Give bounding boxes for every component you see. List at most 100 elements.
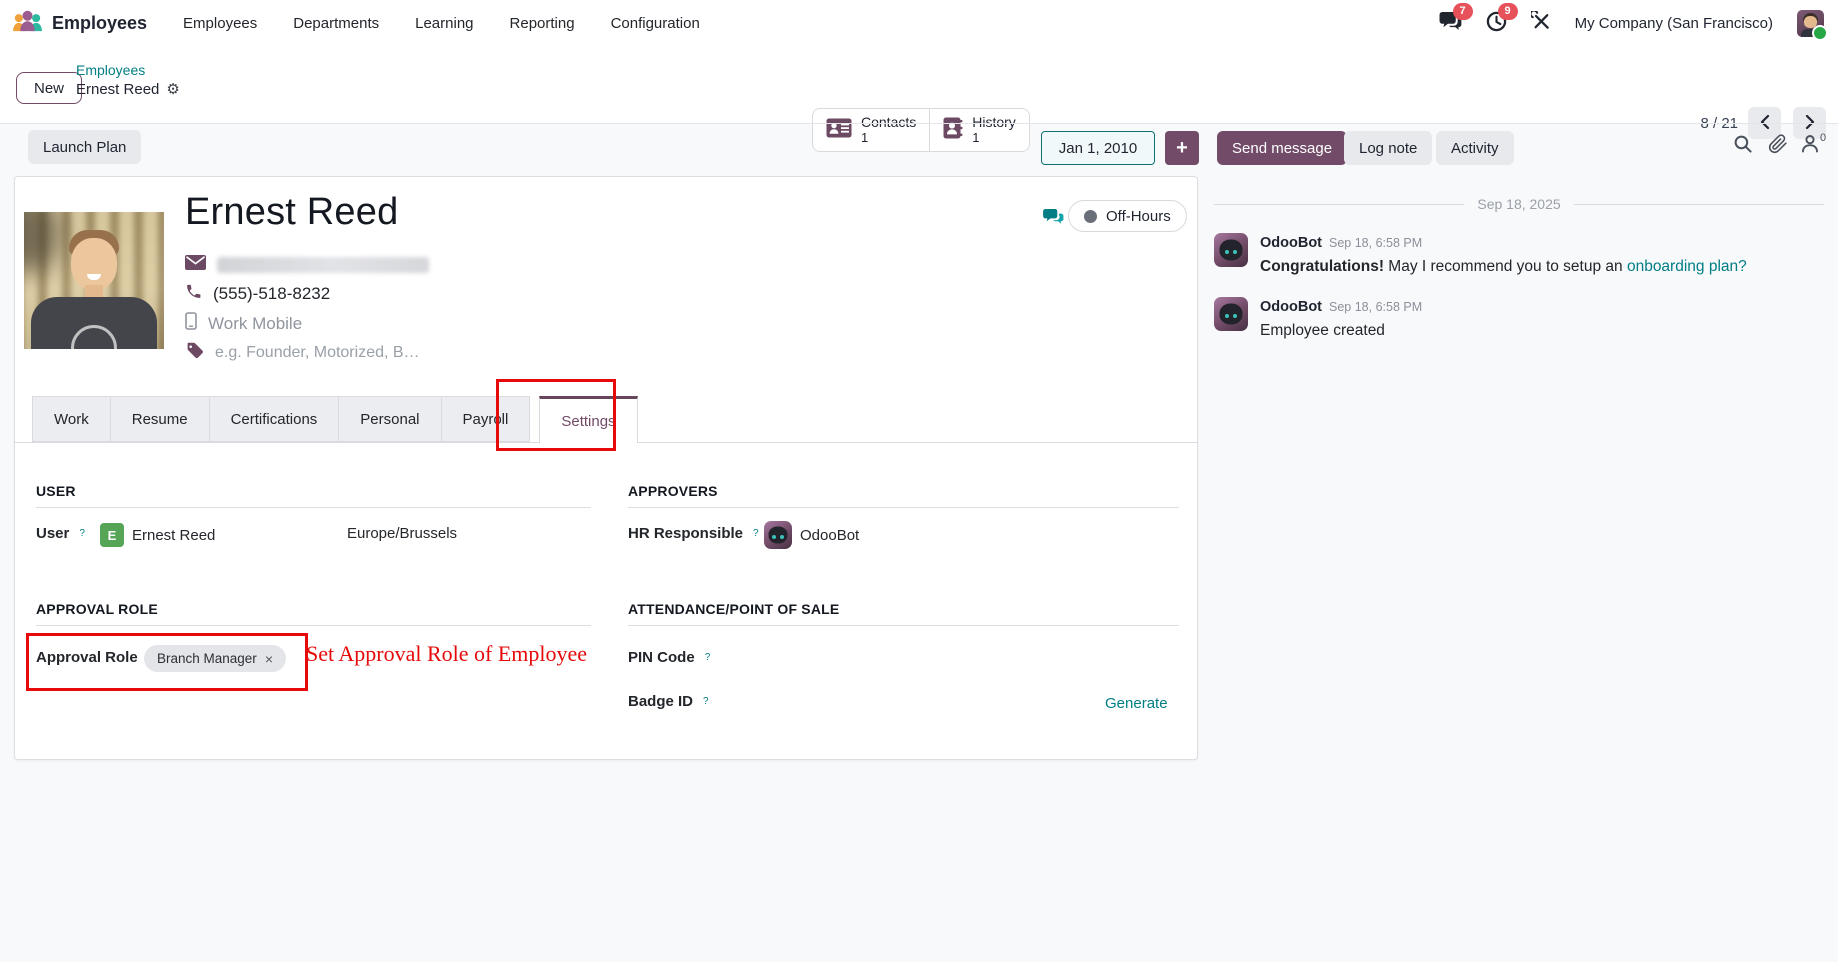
debug-tools-button[interactable] <box>1529 9 1551 36</box>
hr-responsible-value[interactable]: OdooBot <box>764 521 859 549</box>
remove-tag-icon[interactable]: × <box>265 651 273 667</box>
odoobot-eye <box>1225 314 1229 318</box>
odoobot-face <box>1219 239 1243 261</box>
approval-role-tag[interactable]: Branch Manager × <box>144 645 286 672</box>
follower-person-icon <box>1801 134 1819 158</box>
message-body: Employee created <box>1260 322 1385 339</box>
generate-badge-link[interactable]: Generate <box>1105 695 1168 712</box>
chat-presence-icon[interactable] <box>1043 208 1064 230</box>
tags-row[interactable]: e.g. Founder, Motorized, B… <box>185 341 420 365</box>
email-redacted-blur <box>217 257 429 273</box>
menu-configuration[interactable]: Configuration <box>611 15 700 32</box>
off-hours-label: Off-Hours <box>1106 207 1171 225</box>
message-author[interactable]: OdooBot <box>1260 299 1322 315</box>
employee-form-card: Ernest Reed (555)-518-8232 Work Mobile e… <box>14 176 1198 760</box>
message-timestamp: Sep 18, 6:58 PM <box>1329 236 1423 250</box>
approvers-section-divider <box>628 507 1179 508</box>
followers-count: 0 <box>1820 132 1827 144</box>
user-menu-avatar[interactable] <box>1797 10 1828 41</box>
menu-employees[interactable]: Employees <box>183 15 257 32</box>
work-email-row[interactable] <box>185 255 429 275</box>
tab-work[interactable]: Work <box>32 396 110 442</box>
approval-role-label: Approval Role <box>36 649 138 666</box>
online-status-dot <box>1812 25 1828 41</box>
employee-photo[interactable] <box>24 212 164 349</box>
activity-button[interactable]: Activity <box>1436 131 1514 165</box>
employee-name[interactable]: Ernest Reed <box>185 191 398 234</box>
approval-role-section-divider <box>36 625 591 626</box>
breadcrumb-current-label: Ernest Reed <box>76 80 160 98</box>
badge-id-help-marker: ? <box>703 696 709 707</box>
company-switcher[interactable]: My Company (San Francisco) <box>1575 15 1773 32</box>
user-field-value[interactable]: E Ernest Reed <box>100 523 215 547</box>
timezone-value: Europe/Brussels <box>347 525 457 542</box>
tab-personal[interactable]: Personal <box>338 396 441 442</box>
user-section-title: USER <box>36 483 76 499</box>
odoobot-avatar[interactable] <box>1214 233 1248 267</box>
message-text: May I recommend you to setup an <box>1384 258 1627 275</box>
launch-plan-button[interactable]: Launch Plan <box>28 130 142 164</box>
envelope-icon <box>185 255 206 275</box>
chatter-date-divider: Sep 18, 2025 <box>1214 196 1824 212</box>
date-field-button[interactable]: Jan 1, 2010 <box>1041 131 1155 165</box>
messages-count-badge: 7 <box>1452 2 1473 20</box>
log-note-button[interactable]: Log note <box>1344 131 1433 165</box>
work-phone-row[interactable]: (555)-518-8232 <box>185 283 330 305</box>
gear-icon[interactable]: ⚙ <box>166 80 179 100</box>
tag-icon <box>185 341 204 365</box>
photo-neck <box>85 285 103 297</box>
onboarding-plan-link[interactable]: onboarding plan? <box>1627 258 1747 275</box>
pin-code-label-text: PIN Code <box>628 649 695 666</box>
phone-icon <box>185 283 202 305</box>
message-author[interactable]: OdooBot <box>1260 235 1322 251</box>
add-date-button[interactable]: + <box>1165 131 1199 165</box>
work-mobile-placeholder: Work Mobile <box>208 313 303 333</box>
odoobot-eye <box>780 535 784 539</box>
breadcrumb-current: Ernest Reed ⚙ <box>76 80 180 100</box>
status-action-bar: Launch Plan Jan 1, 2010 + Send message L… <box>0 123 1838 170</box>
message-body: Congratulations! May I recommend you to … <box>1260 258 1747 276</box>
tab-payroll[interactable]: Payroll <box>440 396 531 442</box>
attach-files-button[interactable] <box>1768 134 1788 159</box>
send-message-button[interactable]: Send message <box>1217 131 1348 165</box>
paperclip-icon <box>1768 134 1788 159</box>
badge-id-label-text: Badge ID <box>628 693 694 710</box>
work-phone-value: (555)-518-8232 <box>213 284 331 303</box>
user-label-text: User <box>36 525 70 542</box>
odoobot-eye <box>1225 250 1229 254</box>
work-mobile-row[interactable]: Work Mobile <box>185 312 302 335</box>
odoobot-face <box>1219 303 1243 325</box>
hr-responsible-name: OdooBot <box>800 526 860 544</box>
hr-responsible-label-text: HR Responsible <box>628 525 744 542</box>
tags-placeholder: e.g. Founder, Motorized, B… <box>215 344 420 361</box>
menu-reporting[interactable]: Reporting <box>510 15 575 32</box>
odoobot-eye <box>772 535 776 539</box>
odoobot-eye <box>1233 250 1237 254</box>
tab-resume[interactable]: Resume <box>109 396 209 442</box>
tab-certifications[interactable]: Certifications <box>208 396 339 442</box>
top-navbar: Employees Employees Departments Learning… <box>0 0 1838 47</box>
menu-departments[interactable]: Departments <box>293 15 379 32</box>
mobile-phone-icon <box>185 312 197 335</box>
new-record-button[interactable]: New <box>16 72 83 104</box>
tools-icon <box>1529 9 1551 35</box>
activities-menu-button[interactable]: 9 <box>1486 2 1518 37</box>
menu-learning[interactable]: Learning <box>415 15 473 32</box>
approval-role-label-text: Approval Role <box>36 649 138 666</box>
messages-menu-button[interactable]: 7 <box>1439 2 1473 37</box>
followers-button[interactable]: 0 <box>1801 132 1827 158</box>
tab-settings[interactable]: Settings <box>539 396 638 443</box>
approval-role-tag-label: Branch Manager <box>157 651 257 666</box>
app-switcher[interactable]: Employees <box>12 9 147 39</box>
attendance-section-title: ATTENDANCE/POINT OF SALE <box>628 601 840 617</box>
user-name-value: Ernest Reed <box>132 526 216 544</box>
odoobot-avatar[interactable] <box>1214 297 1248 331</box>
hr-presence-badge: Off-Hours <box>1068 200 1187 232</box>
activities-count-badge: 9 <box>1497 2 1518 20</box>
hr-responsible-help-marker: ? <box>753 528 759 539</box>
search-messages-button[interactable] <box>1733 134 1753 159</box>
breadcrumb-employees-link[interactable]: Employees <box>76 61 180 80</box>
control-panel: New Employees Ernest Reed ⚙ Contacts 1 H… <box>0 47 1838 152</box>
user-section-divider <box>36 507 591 508</box>
timezone-text: Europe/Brussels <box>347 525 458 542</box>
